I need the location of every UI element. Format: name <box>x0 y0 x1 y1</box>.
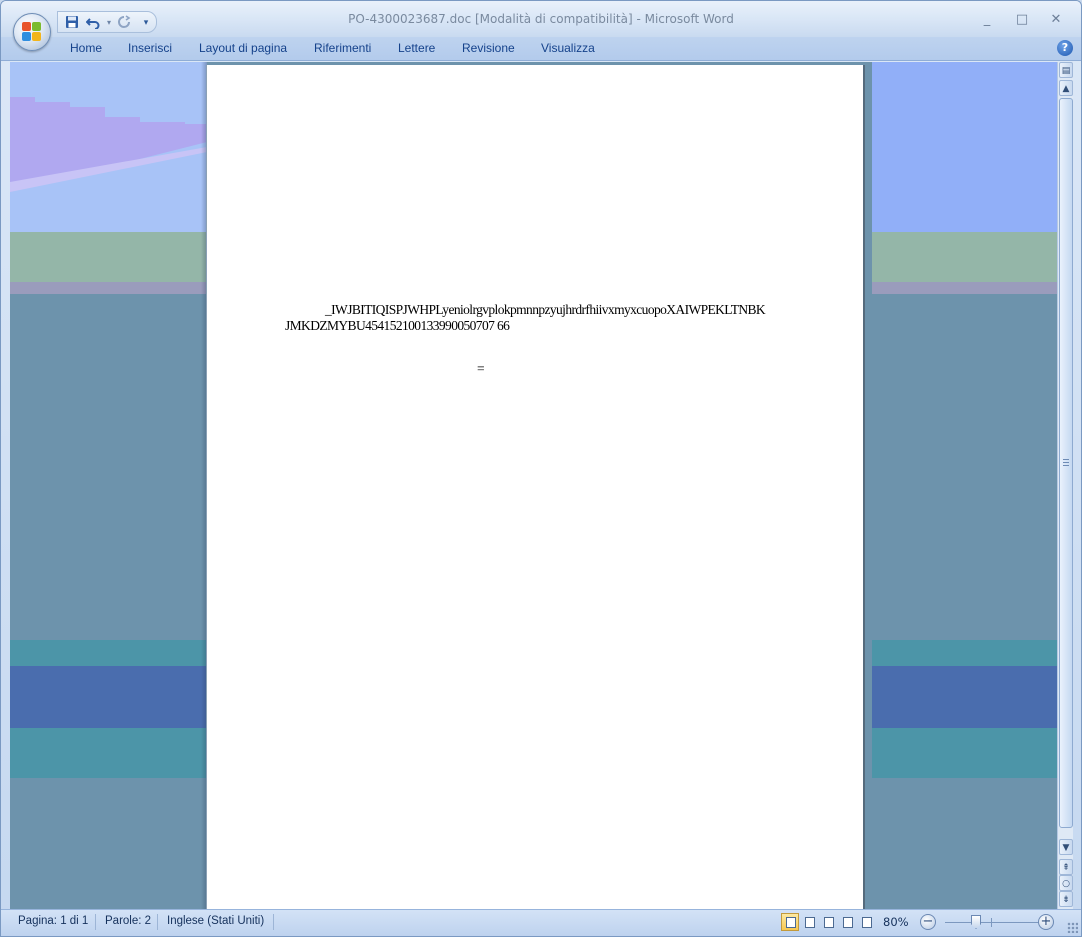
background-right <box>872 62 1057 909</box>
tab-layout-di-pagina[interactable]: Layout di pagina <box>199 41 287 55</box>
scroll-down-button[interactable]: ▼ <box>1059 839 1073 855</box>
vertical-scrollbar[interactable]: ▤ ▲ ▼ ⇞ ○ ⇟ <box>1057 62 1073 909</box>
outline-view-icon[interactable] <box>838 913 856 931</box>
ruler-toggle-icon[interactable]: ▤ <box>1059 62 1073 78</box>
tab-inserisci[interactable]: Inserisci <box>128 41 172 55</box>
tab-lettere[interactable]: Lettere <box>398 41 435 55</box>
word-window: ▾ ▾ PO-4300023687.doc [Modalità di compa… <box>0 0 1082 937</box>
status-language[interactable]: Inglese (Stati Uniti) <box>167 915 264 927</box>
tab-home[interactable]: Home <box>70 41 102 55</box>
zoom-slider-thumb[interactable] <box>971 915 981 929</box>
next-page-button[interactable]: ⇟ <box>1059 891 1073 907</box>
document-area: _IWJBITIQISPJWHPLyeniolrgvplokpmnnpzyujh… <box>10 62 1057 909</box>
document-line-2: JMKDZMYBU454152100133990050707 66 <box>285 318 510 333</box>
maximize-button[interactable]: □ <box>1011 11 1033 29</box>
zoom-in-button[interactable]: + <box>1038 914 1054 930</box>
status-page[interactable]: Pagina: 1 di 1 <box>18 915 88 927</box>
select-browse-object-button[interactable]: ○ <box>1059 875 1073 891</box>
window-title: PO-4300023687.doc [Modalità di compatibi… <box>348 12 734 26</box>
zoom-out-button[interactable]: − <box>920 914 936 930</box>
print-layout-view-icon[interactable] <box>781 913 799 931</box>
scroll-thumb[interactable] <box>1059 98 1073 828</box>
view-buttons <box>781 913 877 932</box>
help-icon[interactable]: ? <box>1057 40 1073 56</box>
zoom-slider-track[interactable] <box>945 922 1039 923</box>
office-button[interactable] <box>13 13 51 51</box>
minimize-button[interactable]: _ <box>976 11 998 29</box>
document-line-3: = <box>477 361 485 376</box>
title-bar: ▾ ▾ PO-4300023687.doc [Modalità di compa… <box>1 1 1081 37</box>
resize-grip-icon[interactable] <box>1067 922 1078 933</box>
tab-riferimenti[interactable]: Riferimenti <box>314 41 371 55</box>
web-layout-view-icon[interactable] <box>819 913 837 931</box>
status-words[interactable]: Parole: 2 <box>105 915 151 927</box>
full-screen-reading-view-icon[interactable] <box>800 913 818 931</box>
ribbon-tabs: Home Inserisci Layout di pagina Riferime… <box>1 37 1081 61</box>
tab-revisione[interactable]: Revisione <box>462 41 515 55</box>
close-button[interactable]: ✕ <box>1045 11 1067 29</box>
document-line-1: _IWJBITIQISPJWHPLyeniolrgvplokpmnnpzyujh… <box>325 302 766 317</box>
previous-page-button[interactable]: ⇞ <box>1059 859 1073 875</box>
background-left <box>10 62 207 909</box>
zoom-level[interactable]: 80% <box>883 915 909 929</box>
tab-visualizza[interactable]: Visualizza <box>541 41 595 55</box>
scroll-up-button[interactable]: ▲ <box>1059 80 1073 96</box>
draft-view-icon[interactable] <box>857 913 875 931</box>
office-logo-icon <box>22 22 42 42</box>
document-page[interactable]: _IWJBITIQISPJWHPLyeniolrgvplokpmnnpzyujh… <box>207 65 863 909</box>
status-bar: Pagina: 1 di 1 Parole: 2 Inglese (Stati … <box>1 909 1081 936</box>
